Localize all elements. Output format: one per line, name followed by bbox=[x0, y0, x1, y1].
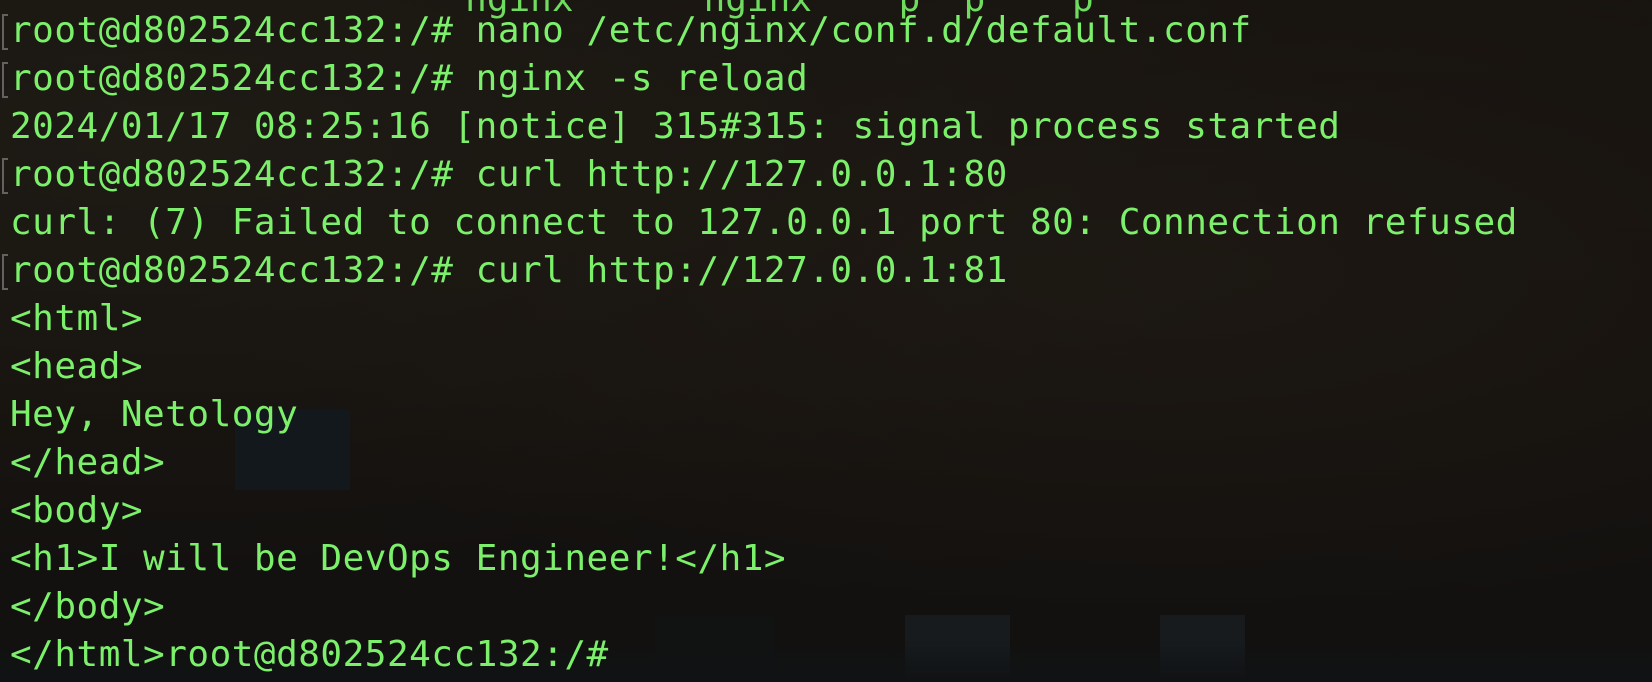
terminal-window[interactable]: nginx nginx p p p root@d802524cc132:/# n… bbox=[0, 0, 1652, 682]
prompt-mark bbox=[2, 62, 8, 98]
terminal-line-output: </head> bbox=[10, 442, 166, 483]
terminal-output: root@d802524cc132:/# nano /etc/nginx/con… bbox=[10, 7, 1518, 679]
terminal-line-output: <head> bbox=[10, 346, 144, 387]
prompt-mark bbox=[2, 254, 8, 290]
prompt-mark bbox=[2, 14, 8, 50]
terminal-line-output: Hey, Netology bbox=[10, 394, 299, 435]
terminal-line-output: curl: (7) Failed to connect to 127.0.0.1… bbox=[10, 202, 1518, 243]
terminal-line-command: root@d802524cc132:/# curl http://127.0.0… bbox=[10, 250, 1008, 291]
terminal-line-output: <h1>I will be DevOps Engineer!</h1> bbox=[10, 538, 787, 579]
terminal-line-output: </body> bbox=[10, 586, 166, 627]
prompt-mark bbox=[2, 158, 8, 194]
terminal-line-output: <html> bbox=[10, 298, 144, 339]
terminal-line-output: 2024/01/17 08:25:16 [notice] 315#315: si… bbox=[10, 106, 1341, 147]
terminal-line-command: root@d802524cc132:/# nginx -s reload bbox=[10, 58, 809, 99]
terminal-line-prompt[interactable]: </html>root@d802524cc132:/# bbox=[10, 631, 1518, 679]
terminal-line-command: root@d802524cc132:/# curl http://127.0.0… bbox=[10, 154, 1008, 195]
terminal-line-output: <body> bbox=[10, 490, 144, 531]
terminal-line-command: root@d802524cc132:/# nano /etc/nginx/con… bbox=[10, 10, 1252, 51]
